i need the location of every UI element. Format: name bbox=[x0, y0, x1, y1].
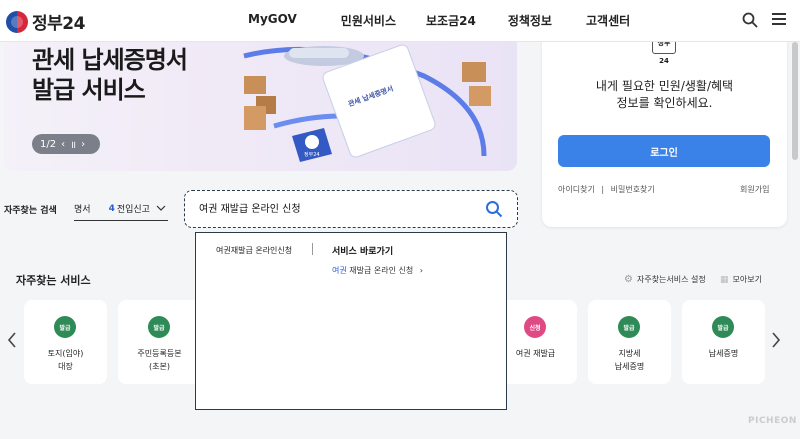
service-card-land-register[interactable]: 발급 토지(임야) 대장 bbox=[24, 300, 107, 384]
find-id-link[interactable]: 아이디찾기 bbox=[558, 185, 595, 194]
service-label: 지방세 납세증명 bbox=[588, 347, 671, 373]
frequent-services-settings[interactable]: ⚙ 자주찾는서비스 설정 bbox=[624, 274, 706, 285]
service-label-line1: 토지(임야) bbox=[47, 349, 84, 358]
grid-icon: ▦ bbox=[720, 274, 729, 285]
banner-pager[interactable]: 1/2 ‹ ॥ › bbox=[32, 134, 100, 154]
service-label-line1: 주민등록등본 bbox=[137, 349, 182, 358]
search-box bbox=[184, 190, 518, 228]
chevron-left-icon[interactable]: ‹ bbox=[61, 139, 65, 150]
chevron-right-icon[interactable]: › bbox=[81, 139, 85, 150]
service-label: 토지(임야) 대장 bbox=[24, 347, 107, 373]
view-all-services[interactable]: ▦ 모아보기 bbox=[720, 274, 762, 285]
service-card-local-tax-certificate[interactable]: 발급 지방세 납세증명 bbox=[588, 300, 671, 384]
service-badge: 발급 bbox=[148, 316, 170, 338]
nav-item-customer-center[interactable]: 고객센터 bbox=[586, 12, 630, 29]
service-label-line2: 대장 bbox=[58, 362, 73, 371]
service-label: 납세증명 bbox=[682, 347, 765, 360]
search-icon[interactable] bbox=[742, 12, 758, 28]
nav-item-civil-services[interactable]: 민원서비스 bbox=[341, 12, 396, 29]
banner-pager-count: 1/2 bbox=[40, 138, 57, 150]
pause-icon[interactable]: ॥ bbox=[70, 137, 76, 151]
service-label-line1: 지방세 bbox=[618, 349, 641, 358]
main-nav: MyGOV 민원서비스 보조금24 정책정보 고객센터 bbox=[248, 12, 630, 29]
frequent-services-title: 자주찾는 서비스 bbox=[16, 274, 91, 287]
account-links: 아이디찾기 | 비밀번호찾기 bbox=[558, 184, 659, 195]
chevron-down-icon[interactable] bbox=[156, 203, 166, 213]
service-shortcut-link[interactable]: 여권 재발급 온라인 신청 › bbox=[332, 265, 423, 276]
top-header: 정부24 MyGOV 민원서비스 보조금24 정책정보 고객센터 bbox=[0, 0, 800, 42]
page-scrollbar[interactable] bbox=[792, 42, 798, 160]
nav-item-mygov[interactable]: MyGOV bbox=[248, 12, 297, 29]
government-emblem-icon bbox=[6, 10, 28, 33]
service-card-tax-certificate[interactable]: 발급 납세증명 bbox=[682, 300, 765, 384]
service-label-line1: 납세증명 bbox=[708, 349, 739, 358]
carousel-next-icon[interactable] bbox=[771, 332, 781, 348]
frequent-search-ticker[interactable]: 명서 4 전입신고 bbox=[74, 197, 168, 221]
service-card-resident-register[interactable]: 발급 주민등록등본 (초본) bbox=[118, 300, 201, 384]
shortcut-text: 재발급 온라인 신청 bbox=[346, 266, 414, 275]
settings-label: 자주찾는서비스 설정 bbox=[636, 275, 706, 284]
banner-title-line2: 발급 서비스 bbox=[32, 76, 146, 104]
ticker-item[interactable]: 전입신고 bbox=[117, 202, 150, 215]
login-card: 정부24 내게 필요한 민원/생활/혜택 정보를 확인하세요. 로그인 아이디찾… bbox=[542, 16, 787, 227]
nav-item-subsidy24[interactable]: 보조금24 bbox=[426, 12, 476, 29]
service-label: 주민등록등본 (초본) bbox=[118, 347, 201, 373]
autocomplete-suggestion[interactable]: 여권재발급 온라인신청 bbox=[216, 245, 292, 256]
service-badge: 신청 bbox=[524, 316, 546, 338]
search-input[interactable] bbox=[199, 202, 469, 213]
ticker-rank: 4 bbox=[108, 203, 115, 214]
service-label-line2: (초본) bbox=[149, 362, 170, 371]
service-badge: 발급 bbox=[54, 316, 76, 338]
autocomplete-divider bbox=[312, 243, 313, 255]
frequent-search-label: 자주찾는 검색 bbox=[4, 206, 57, 216]
logo-text: 정부24 bbox=[32, 14, 85, 34]
watermark: PICHEON bbox=[748, 416, 797, 426]
link-separator: | bbox=[601, 185, 605, 194]
chevron-right-icon: › bbox=[419, 266, 423, 275]
carousel-prev-icon[interactable] bbox=[7, 332, 17, 348]
view-all-label: 모아보기 bbox=[732, 275, 762, 284]
service-badge: 발급 bbox=[618, 316, 640, 338]
banner-seal-label: 정부24 bbox=[304, 151, 320, 158]
login-message-line2: 정보를 확인하세요. bbox=[616, 96, 713, 110]
shortcut-highlight: 여권 bbox=[332, 266, 347, 275]
gear-icon: ⚙ bbox=[624, 274, 633, 285]
nav-item-policy-info[interactable]: 정책정보 bbox=[508, 12, 552, 29]
ticker-previous-item: 명서 bbox=[74, 205, 91, 215]
service-badge: 발급 bbox=[712, 316, 734, 338]
service-label-line2: 납세증명 bbox=[614, 362, 645, 371]
login-message-line1: 내게 필요한 민원/생활/혜택 bbox=[595, 79, 734, 93]
search-submit-icon[interactable] bbox=[485, 200, 503, 218]
login-message: 내게 필요한 민원/생활/혜택 정보를 확인하세요. bbox=[542, 78, 787, 112]
signup-link[interactable]: 회원가입 bbox=[740, 184, 769, 195]
service-shortcut-title: 서비스 바로가기 bbox=[332, 247, 394, 257]
find-password-link[interactable]: 비밀번호찾기 bbox=[611, 185, 655, 194]
search-autocomplete: 여권재발급 온라인신청 서비스 바로가기 여권 재발급 온라인 신청 › bbox=[195, 232, 507, 410]
hamburger-menu-icon[interactable] bbox=[772, 13, 786, 25]
site-logo[interactable]: 정부24 bbox=[6, 9, 85, 34]
login-button[interactable]: 로그인 bbox=[558, 135, 770, 167]
